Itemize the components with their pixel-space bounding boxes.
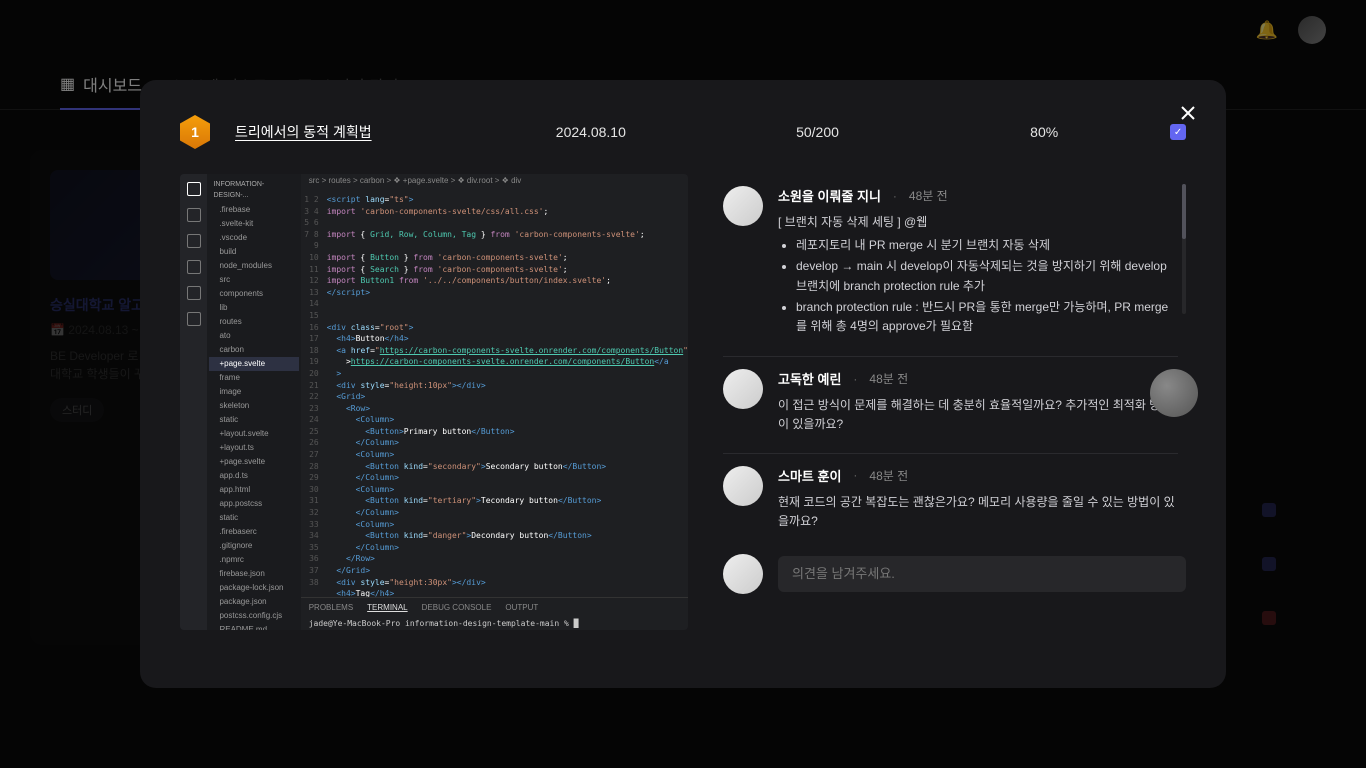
file-tree-item[interactable]: static <box>209 511 298 525</box>
comment-author: 스마트 훈이 <box>778 466 841 485</box>
comment-avatar <box>723 369 763 409</box>
comment-avatar <box>723 466 763 506</box>
terminal-tab[interactable]: TERMINAL <box>367 603 407 612</box>
problem-date: 2024.08.10 <box>490 124 692 140</box>
search-icon[interactable] <box>187 208 201 222</box>
close-icon <box>1178 103 1198 123</box>
settings-icon[interactable] <box>187 312 201 326</box>
file-tree-item[interactable]: app.d.ts <box>209 469 298 483</box>
terminal-tabs[interactable]: PROBLEMS TERMINAL DEBUG CONSOLE OUTPUT <box>301 597 688 617</box>
file-tree-item[interactable]: README.md <box>209 623 298 630</box>
file-tree-item[interactable]: static <box>209 413 298 427</box>
tree-header: INFORMATION-DESIGN-... <box>209 178 298 203</box>
comment-avatar <box>723 186 763 226</box>
ext-icon[interactable] <box>187 286 201 300</box>
floating-avatar <box>1150 369 1198 417</box>
comments-panel: 소원을 이뤄줄 지니 · 48분 전 [ 브랜치 자동 삭제 세팅 ] @웹레포… <box>723 174 1186 630</box>
comment-time: 48분 전 <box>869 467 908 484</box>
file-tree-item[interactable]: build <box>209 245 298 259</box>
comment-input[interactable] <box>778 556 1186 592</box>
file-tree-item[interactable]: lib <box>209 301 298 315</box>
problem-title[interactable]: 트리에서의 동적 계획법 <box>235 122 465 142</box>
file-tree-item[interactable]: package.json <box>209 595 298 609</box>
comment-text: 현재 코드의 공간 복잡도는 괜찮은가요? 메모리 사용량을 줄일 수 있는 방… <box>778 493 1178 531</box>
file-tree-item[interactable]: .firebaserc <box>209 525 298 539</box>
git-icon[interactable] <box>187 234 201 248</box>
comment-time: 48분 전 <box>909 187 948 204</box>
code-editor: INFORMATION-DESIGN-... .firebase.svelte-… <box>180 174 688 630</box>
editor-breadcrumb[interactable]: src > routes > carbon > ❖ +page.svelte >… <box>301 174 688 190</box>
comment-text: 이 접근 방식이 문제를 해결하는 데 충분히 효율적일까요? 추가적인 최적화… <box>778 396 1178 434</box>
file-tree-item[interactable]: app.postcss <box>209 497 298 511</box>
file-tree-item[interactable]: +page.svelte <box>209 357 298 371</box>
terminal-prompt[interactable]: jade@Ye-MacBook-Pro information-design-t… <box>301 617 688 630</box>
file-tree-item[interactable]: app.html <box>209 483 298 497</box>
comment-time: 48분 전 <box>869 370 908 387</box>
file-tree-item[interactable]: ato <box>209 329 298 343</box>
file-tree-item[interactable]: frame <box>209 371 298 385</box>
code-area[interactable]: <script lang="ts"> import 'carbon-compon… <box>323 190 688 597</box>
file-tree-item[interactable]: .svelte-kit <box>209 217 298 231</box>
file-tree-item[interactable]: .gitignore <box>209 539 298 553</box>
file-tree-item[interactable]: .npmrc <box>209 553 298 567</box>
file-tree-item[interactable]: +layout.ts <box>209 441 298 455</box>
file-tree-item[interactable]: image <box>209 385 298 399</box>
terminal-tab[interactable]: PROBLEMS <box>309 603 353 612</box>
file-tree-item[interactable]: components <box>209 287 298 301</box>
comment-text: [ 브랜치 자동 삭제 세팅 ] @웹레포지토리 내 PR merge 시 분기… <box>778 213 1178 336</box>
file-tree-item[interactable]: .vscode <box>209 231 298 245</box>
line-numbers: 1 2 3 4 5 6 7 8 9 10 11 12 13 14 15 16 1… <box>301 190 323 597</box>
comment-item: 소원을 이뤄줄 지니 · 48분 전 [ 브랜치 자동 삭제 세팅 ] @웹레포… <box>723 174 1178 357</box>
debug-icon[interactable] <box>187 260 201 274</box>
close-button[interactable] <box>1178 102 1198 130</box>
file-tree-item[interactable]: .firebase <box>209 203 298 217</box>
file-tree-item[interactable]: +page.svelte <box>209 455 298 469</box>
file-tree-item[interactable]: +layout.svelte <box>209 427 298 441</box>
file-tree-item[interactable]: firebase.json <box>209 567 298 581</box>
problem-accuracy: 80% <box>943 124 1145 140</box>
problem-modal: 1 트리에서의 동적 계획법 2024.08.10 50/200 80% ✓ I… <box>140 80 1226 688</box>
comment-item: 스마트 훈이 · 48분 전 현재 코드의 공간 복잡도는 괜찮은가요? 메모리… <box>723 454 1178 549</box>
activity-bar <box>180 174 207 630</box>
explorer-icon[interactable] <box>187 182 201 196</box>
modal-backdrop: 1 트리에서의 동적 계획법 2024.08.10 50/200 80% ✓ I… <box>0 0 1366 768</box>
comment-author: 고독한 예린 <box>778 369 841 388</box>
my-avatar <box>723 554 763 594</box>
problem-progress: 50/200 <box>717 124 919 140</box>
file-tree-item[interactable]: carbon <box>209 343 298 357</box>
rank-badge: 1 <box>180 115 210 149</box>
file-tree-item[interactable]: postcss.config.cjs <box>209 609 298 623</box>
scrollbar[interactable] <box>1182 184 1186 314</box>
terminal-tab[interactable]: DEBUG CONSOLE <box>422 603 492 612</box>
file-tree[interactable]: INFORMATION-DESIGN-... .firebase.svelte-… <box>207 174 300 630</box>
file-tree-item[interactable]: skeleton <box>209 399 298 413</box>
file-tree-item[interactable]: routes <box>209 315 298 329</box>
file-tree-item[interactable]: node_modules <box>209 259 298 273</box>
comment-author: 소원을 이뤄줄 지니 <box>778 186 881 205</box>
comment-item: 고독한 예린 · 48분 전 이 접근 방식이 문제를 해결하는 데 충분히 효… <box>723 357 1178 453</box>
file-tree-item[interactable]: package-lock.json <box>209 581 298 595</box>
file-tree-item[interactable]: src <box>209 273 298 287</box>
terminal-tab[interactable]: OUTPUT <box>505 603 538 612</box>
